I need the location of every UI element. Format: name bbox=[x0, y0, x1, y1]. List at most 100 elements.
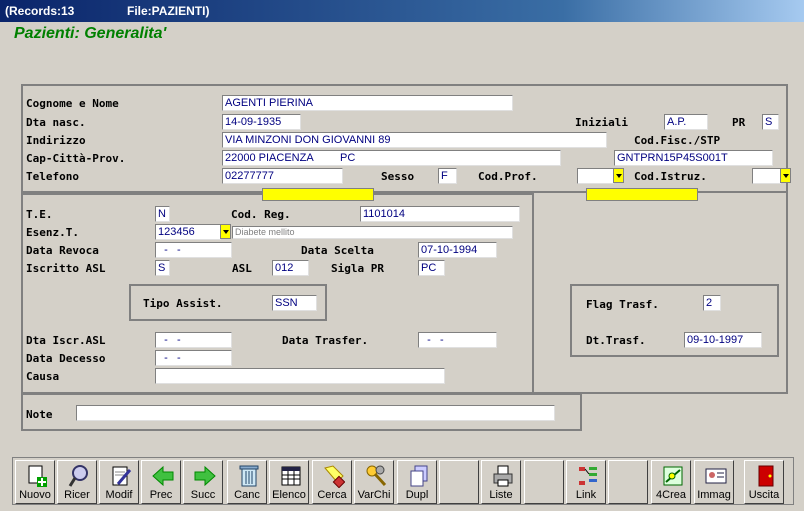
id-card-icon bbox=[705, 468, 727, 484]
pr-label: PR bbox=[732, 116, 746, 129]
indirizzo-field[interactable]: VIA MINZONI DON GIOVANNI 89 bbox=[222, 132, 607, 148]
codprof-field[interactable] bbox=[577, 168, 614, 184]
link-tree-icon bbox=[579, 467, 597, 485]
keys-icon bbox=[366, 465, 387, 487]
siglapr-label: Sigla PR bbox=[331, 262, 384, 275]
elenco-button[interactable]: Elenco bbox=[269, 460, 309, 504]
cerca-button[interactable]: Cerca bbox=[312, 460, 352, 504]
esenz-field[interactable]: 123456 bbox=[155, 224, 221, 240]
note-field[interactable] bbox=[76, 405, 555, 421]
empty-button-3[interactable] bbox=[608, 460, 648, 504]
edit-document-icon bbox=[112, 466, 132, 486]
codprof-label: Cod.Prof. bbox=[478, 170, 538, 183]
ricer-label: Ricer bbox=[64, 489, 90, 501]
datatrasfer-field[interactable]: - - bbox=[418, 332, 497, 348]
sesso-label: Sesso bbox=[381, 170, 415, 183]
prec-label: Prec bbox=[149, 489, 173, 501]
empty-button-1[interactable] bbox=[439, 460, 479, 504]
datarevoca-field[interactable]: - - bbox=[155, 242, 232, 258]
asl-label: ASL bbox=[232, 262, 252, 275]
empty-button-2[interactable] bbox=[524, 460, 564, 504]
esenz-dropdown-icon[interactable] bbox=[220, 224, 231, 239]
canc-button[interactable]: Canc bbox=[227, 460, 267, 504]
causa-field[interactable] bbox=[155, 368, 445, 384]
pr-field[interactable]: S bbox=[762, 114, 779, 130]
cerca-label: Cerca bbox=[317, 489, 347, 501]
codistruz-field[interactable] bbox=[752, 168, 781, 184]
esenz-label: Esenz.T. bbox=[26, 226, 79, 239]
codistruz-dropdown-icon[interactable] bbox=[780, 168, 791, 183]
elenco-label: Elenco bbox=[272, 489, 306, 501]
immag-label: Immag bbox=[697, 489, 731, 501]
tipoassist-field[interactable]: SSN bbox=[272, 295, 317, 311]
flashlight-icon bbox=[324, 465, 345, 488]
table-icon bbox=[281, 466, 301, 486]
dupl-button[interactable]: Dupl bbox=[397, 460, 437, 504]
records-count: (Records:13 bbox=[5, 4, 75, 18]
crea4-label: 4Crea bbox=[656, 489, 686, 501]
immag-button[interactable]: Immag bbox=[694, 460, 734, 504]
datascelta-field[interactable]: 07-10-1994 bbox=[418, 242, 497, 258]
magnifier-icon bbox=[68, 465, 88, 487]
succ-label: Succ bbox=[190, 489, 216, 501]
iscritto-field[interactable]: S bbox=[155, 260, 170, 276]
nuovo-button[interactable]: Nuovo bbox=[15, 460, 55, 504]
create-chart-icon bbox=[663, 466, 683, 486]
sesso-field[interactable]: F bbox=[438, 168, 457, 184]
varchi-label: VarChi bbox=[357, 489, 391, 501]
codprof-desc-bar bbox=[262, 188, 374, 201]
liste-button[interactable]: Liste bbox=[481, 460, 521, 504]
iniziali-field[interactable]: A.P. bbox=[664, 114, 708, 130]
dtaiscr-field[interactable]: - - bbox=[155, 332, 232, 348]
dta-nasc-field[interactable]: 14-09-1935 bbox=[222, 114, 301, 130]
uscita-label: Uscita bbox=[748, 489, 780, 501]
te-field[interactable]: N bbox=[155, 206, 170, 222]
codistruz-desc-bar bbox=[586, 188, 698, 201]
dttrasf-label: Dt.Trasf. bbox=[586, 334, 646, 347]
indirizzo-label: Indirizzo bbox=[26, 134, 86, 147]
duplicate-icon bbox=[410, 465, 428, 487]
datascelta-label: Data Scelta bbox=[301, 244, 374, 257]
prov-value: PC bbox=[340, 152, 356, 164]
page-title: Pazienti: Generalita' bbox=[14, 25, 167, 42]
modif-button[interactable]: Modif bbox=[99, 460, 139, 504]
trash-icon bbox=[239, 465, 259, 487]
dta-nasc-label: Dta nasc. bbox=[26, 116, 86, 129]
datarevoca-label: Data Revoca bbox=[26, 244, 99, 257]
telefono-field[interactable]: 02277777 bbox=[222, 168, 343, 184]
ricer-button[interactable]: Ricer bbox=[57, 460, 97, 504]
siglapr-field[interactable]: PC bbox=[418, 260, 445, 276]
iscritto-label: Iscritto ASL bbox=[26, 262, 106, 275]
arrow-right-icon bbox=[194, 465, 216, 487]
window-titlebar: (Records:13 File:PAZIENTI) bbox=[0, 0, 804, 22]
succ-button[interactable]: Succ bbox=[183, 460, 223, 504]
crea4-button[interactable]: 4Crea bbox=[651, 460, 691, 504]
codprof-dropdown-icon[interactable] bbox=[613, 168, 624, 183]
te-label: T.E. bbox=[26, 208, 53, 221]
cap-city-value: 22000 PIACENZA bbox=[225, 152, 314, 164]
varchi-button[interactable]: VarChi bbox=[354, 460, 394, 504]
iniziali-label: Iniziali bbox=[575, 116, 628, 129]
dttrasf-field[interactable]: 09-10-1997 bbox=[684, 332, 762, 348]
codfisc-field[interactable]: GNTPRN15P45S001T bbox=[614, 150, 773, 166]
file-name: File:PAZIENTI) bbox=[127, 4, 210, 18]
link-label: Link bbox=[575, 489, 597, 501]
cognome-field[interactable]: AGENTI PIERINA bbox=[222, 95, 513, 111]
uscita-button[interactable]: Uscita bbox=[744, 460, 784, 504]
link-button[interactable]: Link bbox=[566, 460, 606, 504]
arrow-left-icon bbox=[152, 465, 174, 487]
dupl-label: Dupl bbox=[405, 489, 429, 501]
flagtrasf-field[interactable]: 2 bbox=[703, 295, 721, 311]
prec-button[interactable]: Prec bbox=[141, 460, 181, 504]
cap-field[interactable]: 22000 PIACENZA PC bbox=[222, 150, 561, 166]
datatrasfer-label: Data Trasfer. bbox=[282, 334, 369, 347]
codreg-field[interactable]: 1101014 bbox=[360, 206, 520, 222]
flagtrasf-label: Flag Trasf. bbox=[586, 298, 659, 311]
asl-field[interactable]: 012 bbox=[272, 260, 309, 276]
note-label: Note bbox=[26, 408, 53, 421]
exit-door-icon bbox=[758, 465, 774, 487]
cap-label: Cap-Città-Prov. bbox=[26, 152, 126, 165]
datadecesso-label: Data Decesso bbox=[26, 352, 106, 365]
causa-label: Causa bbox=[26, 370, 60, 383]
datadecesso-field[interactable]: - - bbox=[155, 350, 232, 366]
